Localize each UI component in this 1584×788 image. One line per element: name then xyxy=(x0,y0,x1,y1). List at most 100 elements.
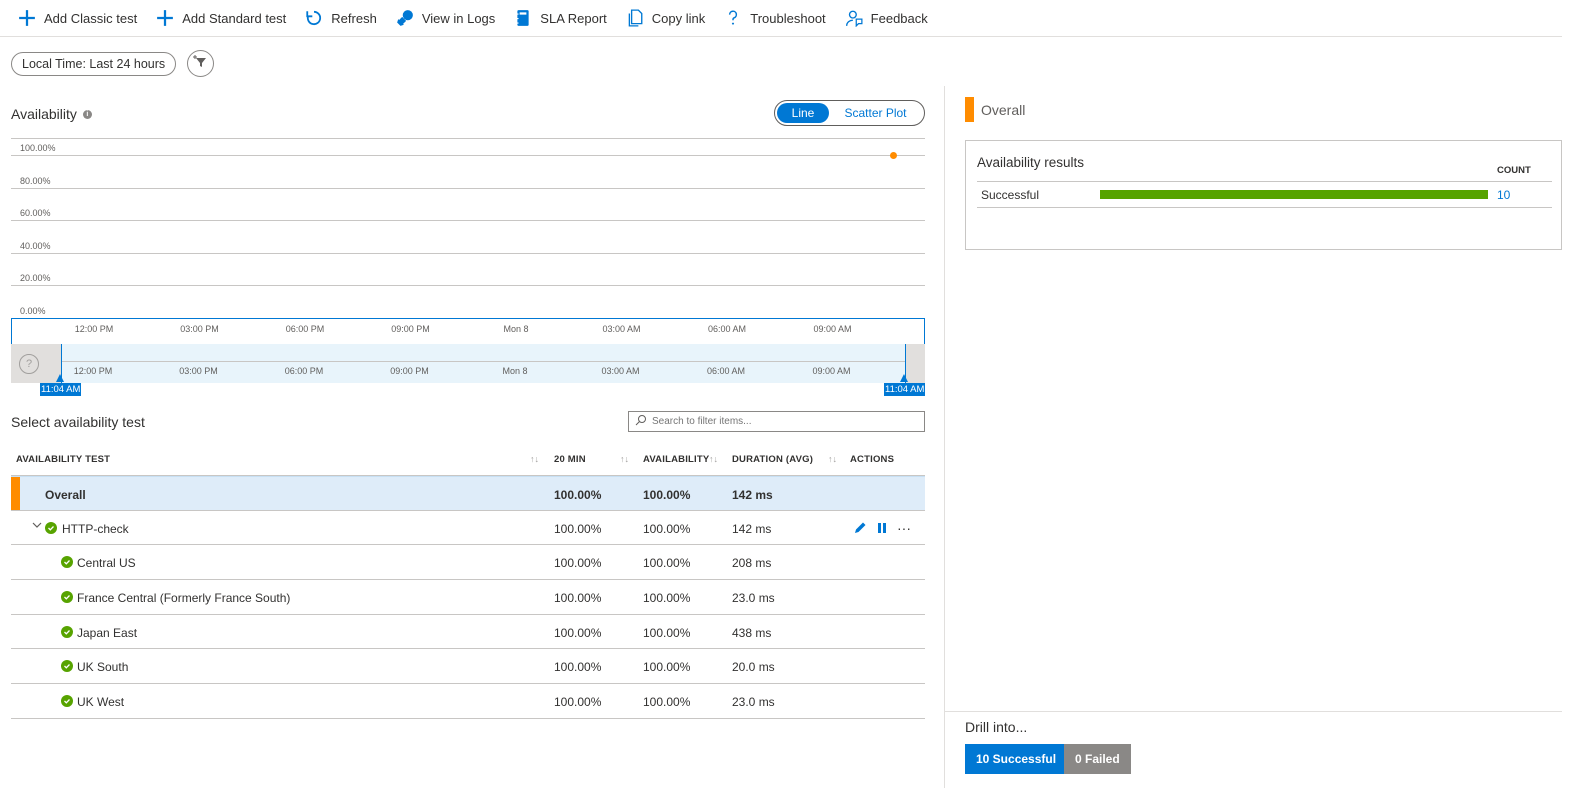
table-row-location[interactable]: France Central (Formerly France South) 1… xyxy=(11,580,925,615)
count-header: COUNT xyxy=(1497,165,1531,176)
chevron-down-icon[interactable] xyxy=(32,520,42,533)
sla-report-button[interactable]: SLA Report xyxy=(514,0,607,37)
plus-icon xyxy=(18,9,36,27)
filter-search-box[interactable] xyxy=(628,411,925,432)
success-check-icon xyxy=(61,625,73,638)
availability-chart: 100.00% 80.00% 60.00% 40.00% 20.00% 0.00% xyxy=(11,138,925,318)
test-name: France Central (Formerly France South) xyxy=(77,591,291,606)
drill-failed-button[interactable]: 0 Failed xyxy=(1064,744,1131,774)
feedback-icon xyxy=(845,9,863,27)
sla-report-label: SLA Report xyxy=(540,10,607,26)
logs-icon xyxy=(396,9,414,27)
availability-value: 100.00% xyxy=(643,660,691,675)
copy-link-button[interactable]: Copy link xyxy=(626,0,705,37)
col-duration[interactable]: DURATION (AVG) xyxy=(732,454,813,465)
duration-value: 438 ms xyxy=(732,625,772,640)
successful-label: Successful xyxy=(981,188,1040,202)
add-classic-test-button[interactable]: Add Classic test xyxy=(18,0,137,37)
brush-right-handle[interactable] xyxy=(900,374,908,382)
copy-icon xyxy=(626,9,644,27)
y-tick-label: 60.00% xyxy=(20,208,51,219)
feedback-button[interactable]: Feedback xyxy=(845,0,928,37)
troubleshoot-button[interactable]: Troubleshoot xyxy=(724,0,826,37)
table-row-location[interactable]: UK South 100.00% 100.00% 20.0 ms xyxy=(11,649,925,685)
x-tick-label: 03:00 PM xyxy=(180,324,219,334)
chart-x-axis: 12:00 PM 03:00 PM 06:00 PM 09:00 PM Mon 8 03:… xyxy=(11,318,925,344)
success-check-icon xyxy=(61,695,73,708)
availability-data-point[interactable] xyxy=(889,151,897,159)
successful-count-link[interactable]: 10 xyxy=(1497,188,1510,202)
sort-icon[interactable]: ↑↓ xyxy=(828,454,837,464)
col-availability[interactable]: AVAILABILITY xyxy=(643,454,709,465)
feedback-label: Feedback xyxy=(870,10,928,26)
table-row-location[interactable]: UK West 100.00% 100.00% 23.0 ms xyxy=(11,684,925,719)
min20-value: 100.00% xyxy=(554,695,602,710)
brush-tick-label: 09:00 PM xyxy=(390,366,429,376)
brush-end-label: 11:04 AM xyxy=(884,383,926,396)
add-filter-button[interactable] xyxy=(187,50,214,77)
brush-right-mask xyxy=(905,344,925,383)
brush-left-handle[interactable] xyxy=(56,374,64,382)
duration-value: 20.0 ms xyxy=(732,660,775,675)
table-row-location[interactable]: Japan East 100.00% 100.00% 438 ms xyxy=(11,615,925,650)
refresh-label: Refresh xyxy=(331,10,377,26)
availability-results-panel: Availability results COUNT Successful 10 xyxy=(965,140,1562,250)
x-tick-label: 03:00 AM xyxy=(602,324,641,334)
y-tick-label: 20.00% xyxy=(20,273,51,284)
brush-tick-label: 03:00 PM xyxy=(179,366,218,376)
availability-title-text: Availability xyxy=(11,106,77,122)
sort-icon[interactable]: ↑↓ xyxy=(620,454,629,464)
search-icon xyxy=(635,414,647,429)
col-20-min[interactable]: 20 MIN xyxy=(554,454,586,465)
availability-title: Availability i xyxy=(11,106,92,122)
table-row-overall[interactable]: Overall 100.00% 100.00% 142 ms xyxy=(11,476,925,511)
drill-divider xyxy=(945,711,1562,712)
min20-value: 100.00% xyxy=(554,660,602,675)
x-tick-label: 06:00 AM xyxy=(707,324,747,334)
time-brush[interactable]: ? 12:00 PM 03:00 PM 06:00 PM 09:00 PM Mon 8 0… xyxy=(11,344,925,383)
col-actions: ACTIONS xyxy=(850,454,895,465)
view-in-logs-label: View in Logs xyxy=(421,10,496,26)
add-classic-test-label: Add Classic test xyxy=(44,10,138,26)
refresh-button[interactable]: Refresh xyxy=(305,0,377,37)
brush-tick-label: 12:00 PM xyxy=(73,366,113,376)
info-icon[interactable]: i xyxy=(82,109,92,119)
time-range-pill[interactable]: Local Time: Last 24 hours xyxy=(11,52,177,76)
more-options-icon[interactable]: ··· xyxy=(897,520,911,536)
time-range-label: Local Time: Last 24 hours xyxy=(22,57,166,71)
x-tick-label: 12:00 PM xyxy=(74,324,114,334)
gridline xyxy=(11,285,925,287)
overall-legend-swatch xyxy=(965,97,974,122)
line-option[interactable]: Line xyxy=(777,103,829,123)
min20-value: 100.00% xyxy=(554,521,602,536)
search-input[interactable] xyxy=(652,416,912,427)
availability-value: 100.00% xyxy=(643,488,691,502)
drill-successful-button[interactable]: 10 Successful xyxy=(965,744,1068,774)
pause-icon[interactable] xyxy=(876,522,888,534)
availability-value: 100.00% xyxy=(643,591,691,606)
min20-value: 100.00% xyxy=(554,625,602,640)
test-name: UK West xyxy=(77,695,125,710)
col-availability-test[interactable]: AVAILABILITY TEST xyxy=(16,454,110,465)
reset-zoom-icon[interactable]: ? xyxy=(19,354,39,374)
sort-icon[interactable]: ↑↓ xyxy=(530,454,539,464)
scatter-plot-option[interactable]: Scatter Plot xyxy=(829,103,922,123)
duration-value: 142 ms xyxy=(732,521,772,536)
x-tick-label: 09:00 PM xyxy=(391,324,430,334)
select-test-title: Select availability test xyxy=(11,414,145,430)
table-row-http-check[interactable]: HTTP-check 100.00% 100.00% 142 ms ··· xyxy=(11,511,925,546)
y-tick-label: 0.00% xyxy=(20,306,46,316)
refresh-icon xyxy=(305,9,323,27)
brush-tick-label: 09:00 AM xyxy=(812,366,851,376)
test-name: HTTP-check xyxy=(62,521,129,536)
table-row-location[interactable]: Central US 100.00% 100.00% 208 ms xyxy=(11,545,925,581)
y-tick-label: 80.00% xyxy=(20,175,51,186)
edit-pencil-icon[interactable] xyxy=(853,521,867,535)
row-actions: ··· xyxy=(853,520,920,536)
add-standard-test-button[interactable]: Add Standard test xyxy=(156,0,286,37)
overall-color-bar xyxy=(11,477,20,510)
view-in-logs-button[interactable]: View in Logs xyxy=(396,0,495,37)
divider xyxy=(977,181,1552,182)
sort-icon[interactable]: ↑↓ xyxy=(709,454,718,464)
results-title: Availability results xyxy=(977,155,1085,170)
